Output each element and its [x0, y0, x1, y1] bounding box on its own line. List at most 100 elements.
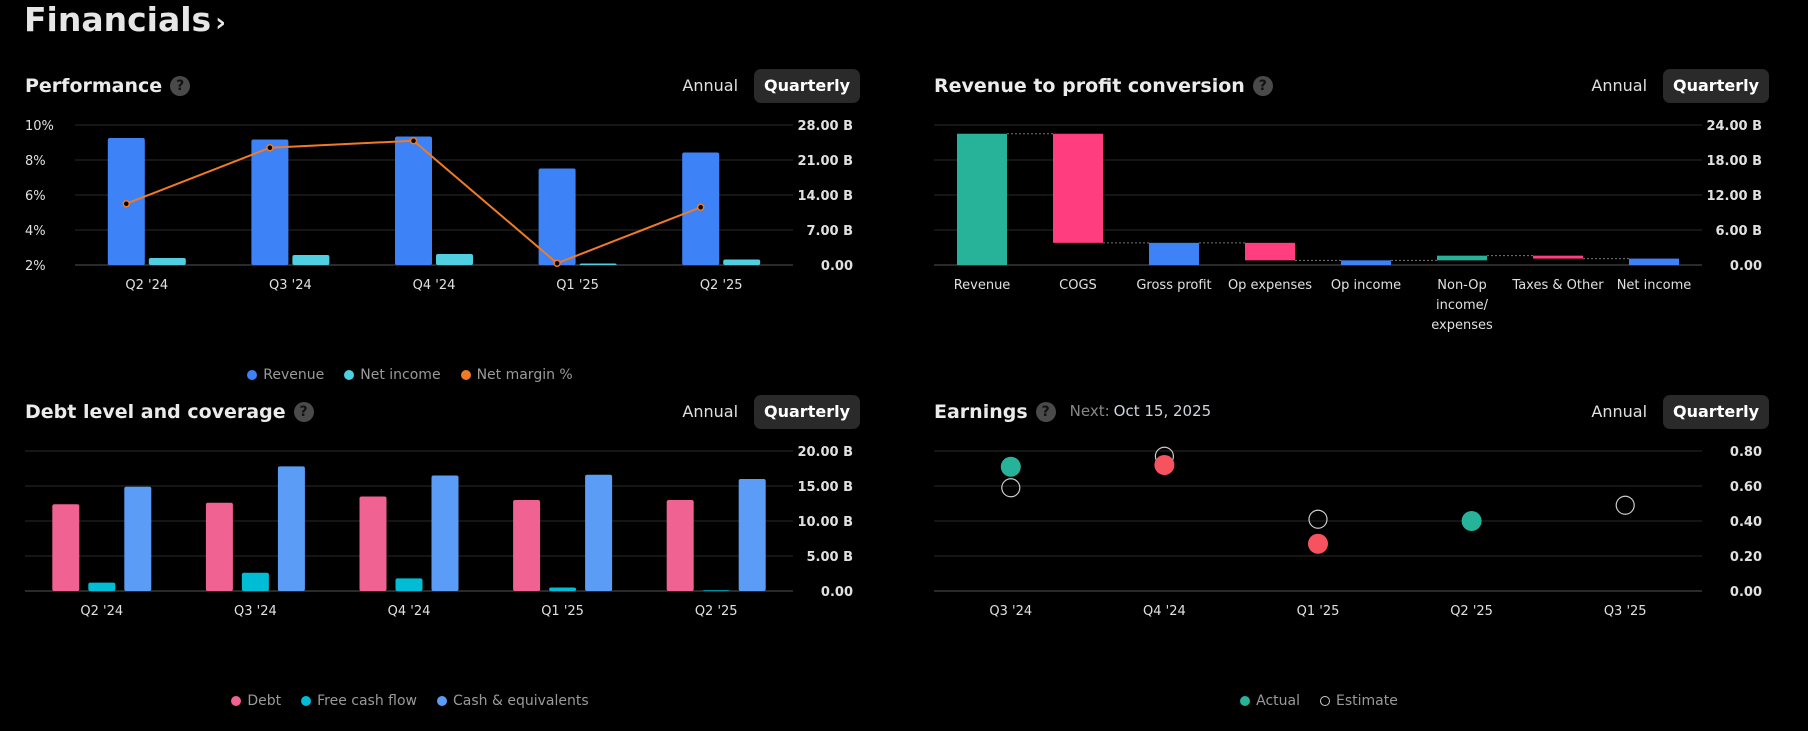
y-tick-label: 0.00	[821, 585, 853, 600]
tab-annual[interactable]: Annual	[1581, 69, 1657, 103]
x-tick-label: Gross profit	[1136, 278, 1211, 293]
waterfall-bar	[957, 133, 1007, 265]
bar-revenue	[395, 136, 432, 265]
page-title-text: Financials	[24, 0, 212, 39]
bar-net-income	[148, 258, 186, 265]
legend-marker	[1320, 696, 1330, 706]
bar-cash-equivalents	[738, 479, 766, 591]
tab-annual[interactable]: Annual	[1581, 395, 1657, 429]
x-tick-label: Q2 '24	[80, 604, 123, 619]
legend-item[interactable]: Cash & equivalents	[437, 693, 589, 709]
legend-label: Free cash flow	[317, 693, 418, 709]
left-tick-label: 8%	[25, 154, 46, 169]
y-tick-label: 0.00	[1730, 585, 1762, 600]
page-title[interactable]: Financials ›	[24, 0, 226, 39]
legend-item[interactable]: Net margin %	[460, 367, 573, 383]
help-icon[interactable]: ?	[293, 402, 314, 422]
legend-item[interactable]: Free cash flow	[301, 693, 417, 709]
y-tick-label: 0.20	[1730, 550, 1762, 565]
y-tick-label: 6.00 B	[1715, 224, 1762, 239]
y-tick-label: 28.00 B	[797, 119, 853, 134]
conversion-chart: 24.00 B 18.00 B 12.00 B 6.00 B 0.00 Revenue CO…	[934, 119, 1762, 333]
x-tick-label: Q4 '24	[1143, 604, 1186, 619]
x-tick-label: Q3 '24	[989, 604, 1032, 619]
legend-marker	[1240, 696, 1251, 706]
x-tick-label: Net income	[1617, 278, 1692, 293]
help-icon[interactable]: ?	[170, 76, 191, 96]
x-tick-label: Q2 '25	[700, 278, 743, 293]
bar-revenue	[538, 168, 576, 265]
earnings-chart: 0.80 0.60 0.40 0.20 0.00 Q3 '24 Q4 '24 Q1 '25 Q2…	[934, 445, 1762, 619]
x-tick-label: Taxes & Other	[1511, 278, 1604, 293]
left-tick-label: 10%	[25, 119, 54, 134]
tab-quarterly[interactable]: Quarterly	[754, 69, 860, 103]
bar-debt	[359, 496, 387, 591]
waterfall-bar	[1149, 242, 1199, 265]
earnings-legend: Actual Estimate	[934, 693, 1704, 709]
bar-cash-equivalents	[431, 475, 459, 591]
bar-debt	[205, 502, 233, 591]
x-tick-label: Q1 '25	[541, 604, 584, 619]
y-tick-label: 0.00	[821, 259, 853, 274]
performance-period-tabs: Annual Quarterly	[672, 69, 860, 103]
legend-item[interactable]: Revenue	[247, 367, 324, 383]
performance-chart: 28.00 B 21.00 B 14.00 B 7.00 B 0.00 10% 8% 6% 4%…	[25, 119, 853, 293]
bar-net-income	[292, 255, 330, 265]
x-tick-label: Q2 '24	[125, 278, 168, 293]
debt-title: Debt level and coverage?	[25, 401, 314, 423]
x-tick-label: Q1 '25	[1297, 604, 1340, 619]
debt-period-tabs: Annual Quarterly	[672, 395, 860, 429]
earnings-panel: Earnings? Next: Oct 15, 2025 Annual Quarte…	[934, 395, 1769, 731]
y-tick-label: 5.00 B	[806, 550, 853, 565]
debt-panel: Debt level and coverage? Annual Quarterl…	[25, 395, 860, 731]
y-tick-label: 0.60	[1730, 480, 1762, 495]
x-tick-label: Non-Op	[1437, 278, 1486, 293]
x-tick-label: COGS	[1059, 278, 1097, 293]
x-tick-label: Q2 '25	[1450, 604, 1493, 619]
help-icon[interactable]: ?	[1252, 76, 1273, 96]
estimate-point	[1001, 478, 1021, 498]
tab-annual[interactable]: Annual	[672, 69, 748, 103]
bar-cash-equivalents	[124, 486, 152, 591]
x-tick-label: Op income	[1331, 278, 1401, 293]
tab-quarterly[interactable]: Quarterly	[1663, 69, 1769, 103]
help-icon[interactable]: ?	[1035, 402, 1056, 422]
earnings-title: Earnings? Next: Oct 15, 2025	[934, 401, 1211, 423]
y-tick-label: 12.00 B	[1706, 189, 1762, 204]
tab-annual[interactable]: Annual	[672, 395, 748, 429]
net-margin-point	[409, 137, 418, 145]
waterfall-bar	[1437, 255, 1487, 261]
debt-title-text: Debt level and coverage	[25, 401, 286, 423]
debt-chart: 20.00 B 15.00 B 10.00 B 5.00 B 0.00 Q2 '24 Q3 …	[25, 445, 853, 619]
bar-free-cash-flow	[549, 587, 577, 591]
legend-item[interactable]: Actual	[1240, 693, 1300, 709]
x-tick-label: Q2 '25	[695, 604, 738, 619]
net-margin-point	[122, 200, 131, 208]
x-tick-label: Q1 '25	[556, 278, 599, 293]
x-tick-label: Q3 '24	[234, 604, 277, 619]
waterfall-bar	[1053, 133, 1103, 243]
y-tick-label: 0.00	[1730, 259, 1762, 274]
bar-debt	[513, 500, 541, 591]
conversion-title: Revenue to profit conversion?	[934, 75, 1273, 97]
bar-free-cash-flow	[88, 582, 116, 591]
bar-free-cash-flow	[395, 578, 423, 591]
bar-net-income	[723, 259, 761, 265]
actual-point	[1308, 533, 1328, 554]
legend-label: Actual	[1256, 693, 1300, 709]
performance-legend: Revenue Net income Net margin %	[25, 367, 795, 383]
legend-label: Net income	[360, 367, 441, 383]
tab-quarterly[interactable]: Quarterly	[754, 395, 860, 429]
legend-marker	[437, 696, 448, 706]
bar-net-income	[436, 254, 473, 265]
tab-quarterly[interactable]: Quarterly	[1663, 395, 1769, 429]
conversion-panel: Revenue to profit conversion? Annual Qua…	[934, 69, 1769, 405]
legend-item[interactable]: Estimate	[1320, 693, 1398, 709]
legend-item[interactable]: Debt	[231, 693, 281, 709]
estimate-point	[1308, 509, 1328, 529]
actual-point	[1461, 511, 1482, 531]
conversion-period-tabs: Annual Quarterly	[1581, 69, 1769, 103]
legend-item[interactable]: Net income	[344, 367, 441, 383]
y-tick-label: 15.00 B	[797, 480, 853, 495]
waterfall-bar	[1533, 255, 1583, 259]
